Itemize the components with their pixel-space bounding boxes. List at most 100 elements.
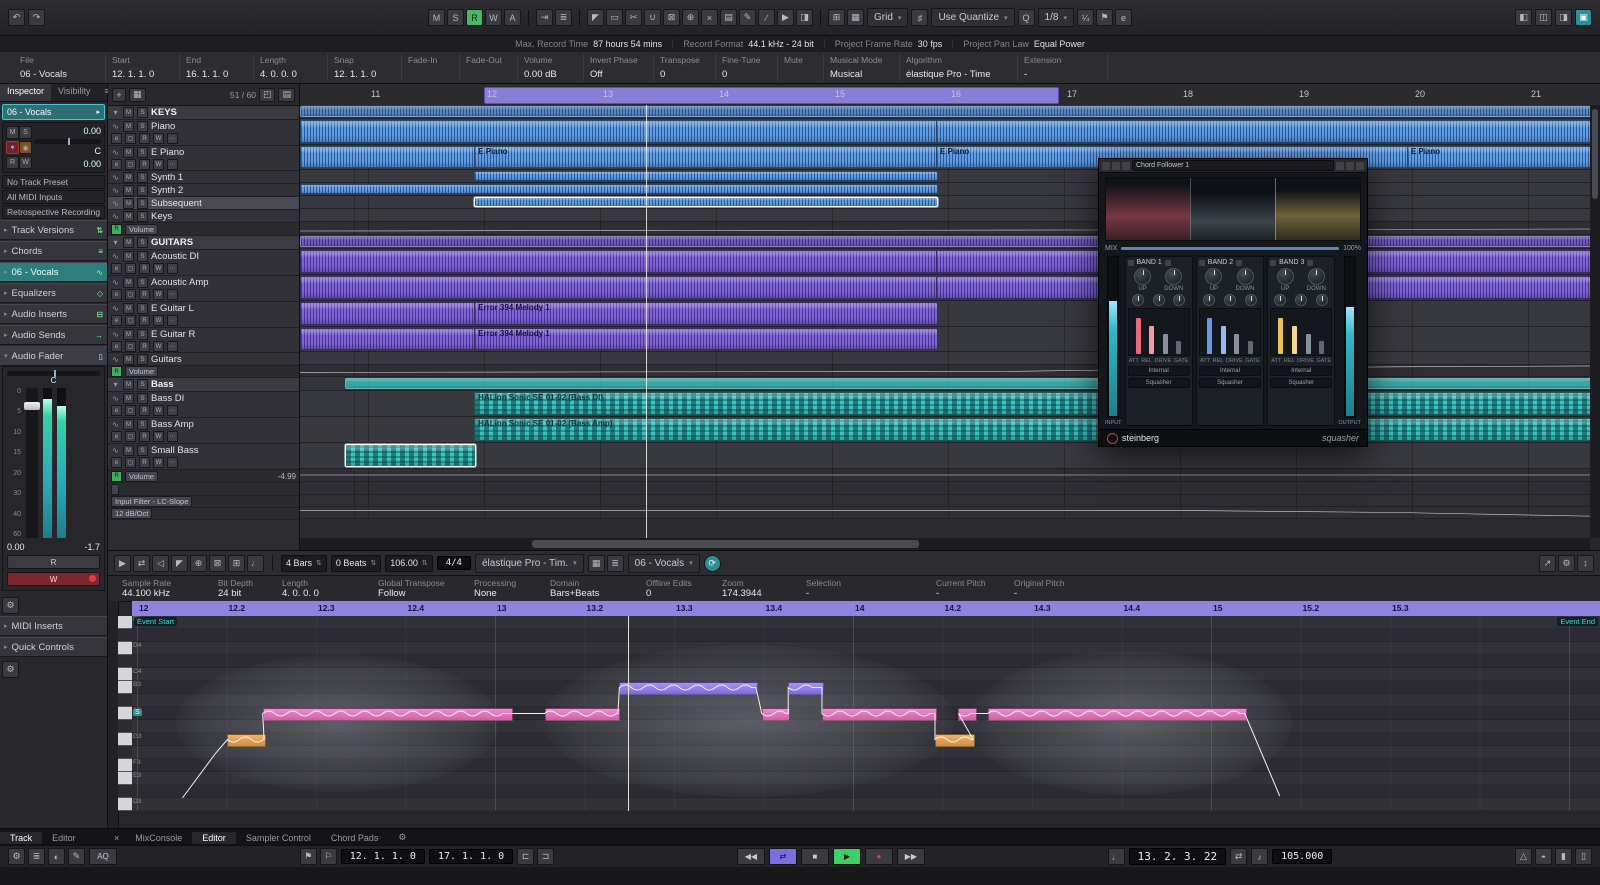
insert-state-icon[interactable]: ▢: [125, 457, 136, 468]
midi-in-activity-icon[interactable]: ▮: [1555, 848, 1572, 865]
knob-dial[interactable]: [1134, 268, 1151, 285]
inspector-section-audio-sends[interactable]: ▸Audio Sends→: [0, 325, 107, 345]
piano-key-c4[interactable]: [118, 668, 132, 681]
piano-key-e3[interactable]: [118, 772, 132, 785]
editor-info-value[interactable]: 0: [646, 588, 710, 599]
write-icon[interactable]: W: [153, 405, 164, 416]
editor-link-icon[interactable]: ⟳: [704, 555, 721, 572]
track-row-synth-1[interactable]: ∿MSSynth 1: [108, 171, 299, 184]
band-header[interactable]: BAND 1: [1128, 259, 1190, 266]
clip[interactable]: Error 394 Melody 1: [474, 302, 938, 325]
arrange-lane-volume[interactable]: [300, 222, 1590, 235]
track-row-piano[interactable]: ∿MSPianoe▢RW⋯: [108, 120, 299, 146]
read-icon[interactable]: R: [139, 405, 150, 416]
marker-flag-icon[interactable]: ⚑: [300, 848, 317, 865]
clip[interactable]: [474, 171, 938, 181]
editor-info-value[interactable]: 4. 0. 0. 0: [282, 588, 366, 599]
track-mute-button[interactable]: M: [123, 251, 134, 262]
edit-channel-icon[interactable]: e: [111, 457, 122, 468]
piano-key-gs3[interactable]: [118, 720, 132, 733]
show-lanes-icon[interactable]: ≣: [555, 9, 572, 26]
mute-tool[interactable]: ×: [701, 9, 718, 26]
tempo-display[interactable]: 105.000: [1272, 849, 1332, 864]
clip[interactable]: [300, 302, 476, 325]
insert-state-icon[interactable]: ▢: [125, 289, 136, 300]
insert-state-icon[interactable]: ▢: [125, 341, 136, 352]
cycle-marker-icon[interactable]: ⚐: [320, 848, 337, 865]
track-solo-button[interactable]: S: [137, 445, 148, 456]
piano-key-g3[interactable]: [118, 733, 132, 746]
monitor-icon[interactable]: ◐: [48, 848, 65, 865]
quantize-note-icon[interactable]: ♩: [247, 555, 264, 572]
knob-up[interactable]: UP: [1277, 268, 1294, 292]
left-tab-editor[interactable]: Editor: [42, 832, 86, 844]
knob-up[interactable]: UP: [1134, 268, 1151, 292]
lane-read-chip[interactable]: R: [111, 471, 122, 482]
clip[interactable]: [345, 378, 1590, 389]
mode-button-w[interactable]: W: [485, 9, 502, 26]
band-header[interactable]: BAND 2: [1199, 259, 1261, 266]
track-row-bass-amp[interactable]: ∿MSBass Ampe▢RW⋯: [108, 418, 299, 444]
arrange-lane-volume[interactable]: [300, 469, 1590, 482]
more-icon[interactable]: ⋯: [167, 431, 178, 442]
track-mute-button[interactable]: M: [123, 277, 134, 288]
edit-channel-icon[interactable]: e: [111, 431, 122, 442]
lower-zone-toggle-icon[interactable]: ◫: [1535, 9, 1552, 26]
track-row-acoustic-amp[interactable]: ∿MSAcoustic Ampe▢RW⋯: [108, 276, 299, 302]
snap-icon[interactable]: ⊞: [228, 555, 245, 572]
read-automation-button[interactable]: R: [7, 555, 100, 569]
lanes-icon[interactable]: ≣: [607, 555, 624, 572]
gain-readout[interactable]: 0.00: [83, 126, 101, 136]
edit-channel-icon[interactable]: e: [111, 341, 122, 352]
piano-key-d4[interactable]: [118, 642, 132, 655]
erase-tool[interactable]: ⊠: [663, 9, 680, 26]
erase-icon[interactable]: ⊠: [209, 555, 226, 572]
left-zone-toggle-icon[interactable]: ◧: [1515, 9, 1532, 26]
track-solo-button[interactable]: S: [137, 211, 148, 222]
editor-info-value[interactable]: 174.3944: [722, 588, 794, 599]
write-icon[interactable]: W: [153, 133, 164, 144]
track-mute-button[interactable]: M: [123, 445, 134, 456]
grid-icon[interactable]: ▦: [588, 555, 605, 572]
clip[interactable]: [300, 184, 938, 194]
write-automation-button[interactable]: W: [7, 572, 100, 586]
track-mute-button[interactable]: M: [123, 172, 134, 183]
automation-lane-label[interactable]: [111, 484, 119, 495]
band-solo-icon[interactable]: [1307, 260, 1313, 266]
transport-settings-icon[interactable]: ⚙: [8, 848, 25, 865]
track-list-settings-icon[interactable]: ▤: [278, 88, 295, 102]
right-zone-toggle-icon[interactable]: ◨: [1555, 9, 1572, 26]
track-row-input-filter-lc-slope[interactable]: Input Filter - LC-Slope: [108, 496, 299, 508]
piano-key-cs4[interactable]: [118, 655, 132, 668]
info-value[interactable]: 4. 0. 0. 0: [260, 69, 321, 80]
track-mute-button[interactable]: M: [123, 393, 134, 404]
inspector-section-audio-inserts[interactable]: ▸Audio Inserts⊟: [0, 304, 107, 324]
editor-info-value[interactable]: -: [806, 588, 924, 599]
read-button[interactable]: R: [6, 156, 19, 169]
quantize-dropdown[interactable]: Use Quantize: [931, 8, 1014, 27]
knob-dial[interactable]: [1237, 268, 1254, 285]
insert-state-icon[interactable]: ▢: [125, 431, 136, 442]
arrange-lane-bass-amp[interactable]: HALion Sonic SE 01-02 (Bass Amp): [300, 417, 1590, 443]
split-tool[interactable]: ✂: [625, 9, 642, 26]
arrange-lane-synth-1[interactable]: [300, 170, 1590, 183]
mode-button-r[interactable]: R: [466, 9, 483, 26]
line-tool[interactable]: ∕: [758, 9, 775, 26]
track-mute-button[interactable]: M: [123, 419, 134, 430]
editor-setup-icon[interactable]: ⚙: [1558, 555, 1575, 572]
band-mode-select[interactable]: Squasher: [1128, 378, 1190, 388]
clip[interactable]: E Piano: [1407, 146, 1590, 168]
track-row-volume[interactable]: RVolume: [108, 223, 299, 236]
punch-out-icon[interactable]: ⊐: [537, 848, 554, 865]
read-icon[interactable]: R: [139, 159, 150, 170]
knob-down[interactable]: DOWN: [1164, 268, 1183, 292]
forward-button[interactable]: ▶▶: [897, 848, 925, 865]
piano-keyboard[interactable]: [118, 616, 132, 811]
setup-window-layout-icon[interactable]: ▣: [1575, 9, 1592, 26]
track-solo-button[interactable]: S: [137, 107, 148, 118]
acoustic-feedback-icon[interactable]: ◁: [152, 555, 169, 572]
metronome-icon[interactable]: △: [1515, 848, 1532, 865]
mixer-icon[interactable]: ≣: [28, 848, 45, 865]
inspector-tab-visibility[interactable]: Visibility: [51, 84, 97, 101]
quantize-panel-icon[interactable]: e: [1115, 9, 1132, 26]
